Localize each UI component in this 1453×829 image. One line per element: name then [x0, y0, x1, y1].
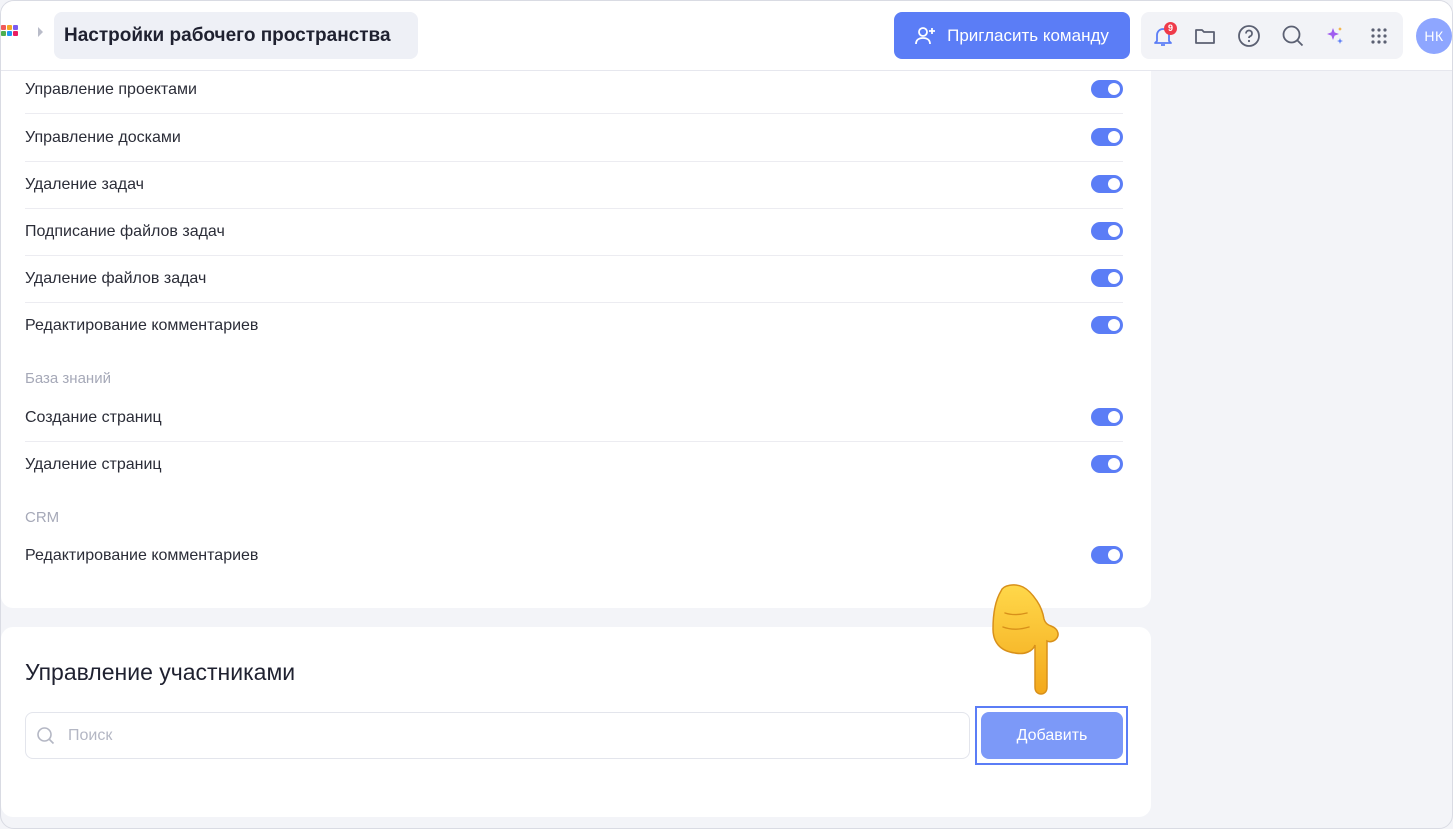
app-window: Настройки рабочего пространства Пригласи…: [0, 0, 1453, 829]
sparkles-icon: [1327, 27, 1343, 44]
add-member-button[interactable]: Добавить: [981, 712, 1123, 759]
permission-row: Редактирование комментариев: [25, 532, 1123, 579]
ai-button[interactable]: [1319, 20, 1351, 52]
permission-toggle[interactable]: [1091, 269, 1123, 287]
help-button[interactable]: [1233, 20, 1265, 52]
permission-toggle[interactable]: [1091, 316, 1123, 334]
pointing-hand-icon: [992, 584, 1059, 695]
add-user-icon: [915, 26, 936, 44]
permission-row: Удаление задач: [25, 161, 1123, 209]
user-avatar[interactable]: НК: [1416, 18, 1452, 54]
apps-grid-icon: [1371, 28, 1387, 44]
search-button[interactable]: [1277, 20, 1309, 52]
permission-row: Удаление страниц: [25, 441, 1123, 488]
permission-label: Создание страниц: [25, 409, 162, 426]
members-card: Управление участниками Добавить: [1, 627, 1151, 817]
permissions-card: Управление проектами Управление досками …: [1, 71, 1151, 608]
group-title-crm: CRM: [25, 509, 60, 526]
group-title-knowledge-base: База знаний: [25, 370, 111, 387]
permission-label: Редактирование комментариев: [25, 317, 259, 334]
invite-team-button[interactable]: Пригласить команду: [894, 12, 1130, 59]
permission-label: Удаление файлов задач: [25, 270, 207, 287]
member-search-input[interactable]: [66, 714, 930, 757]
permission-toggle[interactable]: [1091, 546, 1123, 564]
permission-toggle[interactable]: [1091, 175, 1123, 193]
permission-row: Управление досками: [25, 114, 1123, 162]
invite-team-label: Пригласить команду: [947, 25, 1109, 45]
permission-row: Создание страниц: [25, 394, 1123, 442]
permission-label: Удаление страниц: [25, 456, 162, 473]
permission-label: Управление досками: [25, 129, 181, 146]
files-button[interactable]: [1189, 20, 1221, 52]
members-title: Управление участниками: [25, 659, 296, 685]
permission-toggle[interactable]: [1091, 408, 1123, 426]
folder-icon: [1195, 29, 1215, 44]
permission-label: Подписание файлов задач: [25, 223, 225, 240]
permission-label: Редактирование комментариев: [25, 547, 259, 564]
apps-button[interactable]: [1363, 20, 1395, 52]
top-bar: Настройки рабочего пространства Пригласи…: [1, 1, 1452, 71]
permission-label: Удаление задач: [25, 176, 144, 193]
permission-row: Управление проектами: [25, 66, 1123, 114]
breadcrumb-title: Настройки рабочего пространства: [54, 12, 418, 59]
permission-toggle[interactable]: [1091, 222, 1123, 240]
notifications-button[interactable]: 9: [1147, 20, 1179, 52]
permission-label: Управление проектами: [25, 81, 197, 98]
help-icon: [1238, 25, 1260, 47]
permission-row: Подписание файлов задач: [25, 208, 1123, 256]
notification-badge: 9: [1164, 22, 1177, 35]
permission-toggle[interactable]: [1091, 80, 1123, 98]
permission-row: Удаление файлов задач: [25, 255, 1123, 303]
permission-toggle[interactable]: [1091, 128, 1123, 146]
workspace-apps-icon[interactable]: [1, 25, 18, 41]
breadcrumb-chevron-icon: [38, 27, 43, 37]
search-icon: [37, 726, 55, 744]
permission-toggle[interactable]: [1091, 455, 1123, 473]
search-icon: [1282, 25, 1304, 47]
member-search-field[interactable]: [25, 712, 970, 759]
header-toolbar: 9: [1141, 12, 1403, 59]
permission-row: Редактирование комментариев: [25, 302, 1123, 349]
